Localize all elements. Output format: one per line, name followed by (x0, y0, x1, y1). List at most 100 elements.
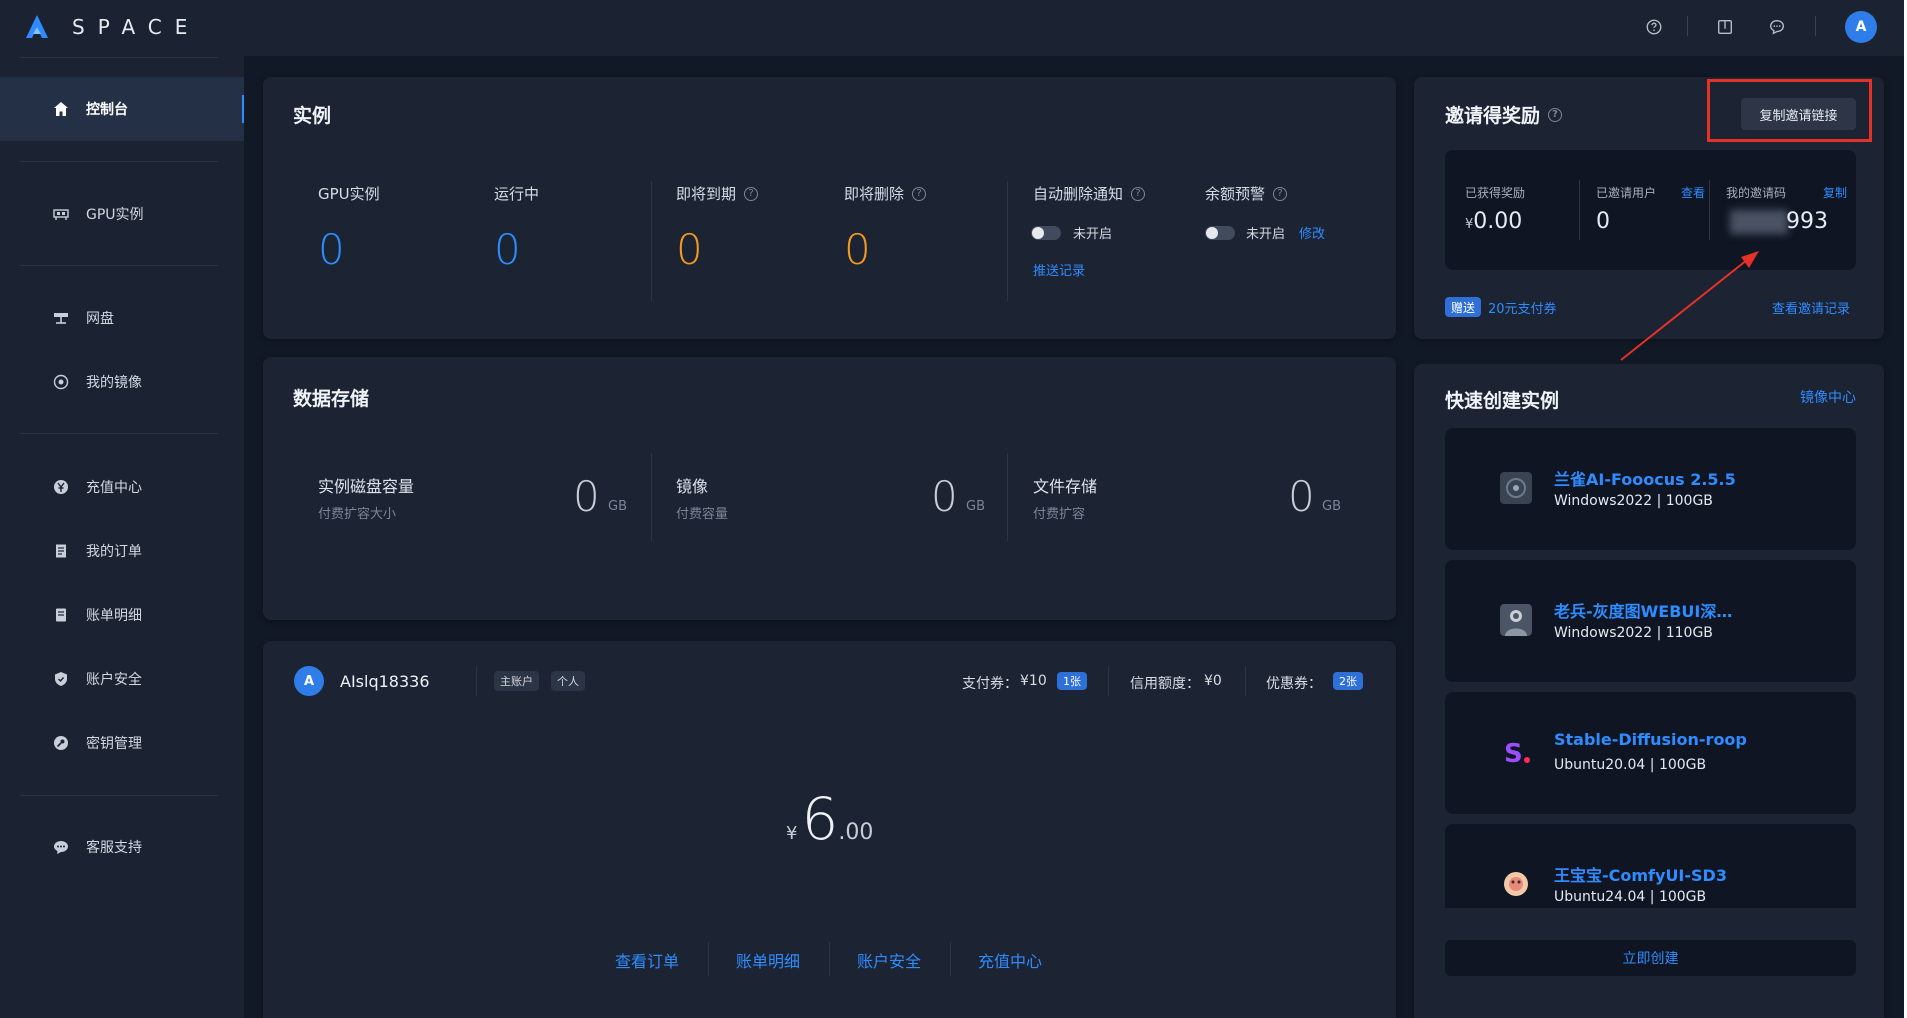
divider (1245, 666, 1246, 696)
bills-link[interactable]: 账单明细 (736, 948, 800, 972)
soldier-thumbnail (1500, 604, 1532, 636)
quick-create-title: 快速创建实例 (1445, 390, 1560, 412)
fooocus-thumbnail (1500, 472, 1532, 504)
sidebar-divider (20, 161, 218, 162)
discount-count-badge[interactable]: 2张 (1333, 672, 1363, 690)
balance-currency: ¥ (786, 823, 798, 844)
running-label: 运行中 (494, 183, 539, 204)
quick-create-item[interactable]: 老兵-灰度图WEBUI深… Windows2022 | 110GB (1445, 560, 1856, 682)
image-storage-label: 镜像 (676, 477, 709, 496)
invited-view-link[interactable]: 查看 (1681, 184, 1705, 201)
divider (1709, 180, 1710, 240)
earned-value: 0.00 (1473, 209, 1523, 234)
auto-delete-label: 自动删除通知? (1033, 183, 1146, 204)
disk-capacity-value: 0 (573, 472, 600, 521)
quick-create-item[interactable]: 兰雀AI-Fooocus 2.5.5 Windows2022 | 100GB (1445, 428, 1856, 550)
sidebar-item-keys[interactable]: 密钥管理 (0, 711, 244, 775)
highlight-box (1707, 79, 1872, 142)
annotation-arrow (1620, 251, 1759, 361)
balance-alert-toggle[interactable] (1205, 226, 1235, 240)
instances-card (263, 77, 1396, 339)
view-orders-link[interactable]: 查看订单 (615, 948, 679, 972)
balance-integer: 6 (801, 785, 839, 853)
quick-create-item[interactable]: 王宝宝-ComfyUI-SD3 Ubuntu24.04 | 100GB (1445, 824, 1856, 908)
earned-currency: ¥ (1465, 217, 1474, 232)
sidebar-item-gpu[interactable]: GPU实例 (0, 182, 244, 246)
comfy-thumbnail (1500, 868, 1532, 900)
sidebar-item-support[interactable]: 客服支持 (0, 815, 244, 879)
sidebar-item-security[interactable]: 账户安全 (0, 647, 244, 711)
logo[interactable]: SPACE (24, 13, 200, 41)
sidebar-item-label: GPU实例 (86, 207, 144, 223)
sidebar-item-label: 我的镜像 (86, 375, 142, 391)
user-avatar[interactable]: A (1845, 11, 1877, 43)
logo-icon (26, 15, 48, 38)
divider (1579, 180, 1580, 240)
divider (1108, 666, 1109, 696)
earned-amount: ¥ 0.00 (1465, 209, 1522, 234)
personal-tag: 个人 (551, 671, 585, 691)
docs-icon[interactable] (1715, 17, 1735, 37)
sidebar-item-label: 网盘 (86, 311, 114, 327)
help-icon[interactable]: ? (1273, 186, 1288, 201)
sidebar-item-label: 账单明细 (86, 608, 142, 624)
auto-delete-state: 未开启 (1073, 227, 1113, 242)
help-icon[interactable]: ? (912, 186, 927, 201)
image-storage-value: 0 (931, 472, 958, 521)
sidebar-item-label: 充值中心 (86, 480, 142, 496)
message-icon[interactable] (1767, 17, 1787, 37)
gpu-icon (52, 205, 70, 223)
auto-delete-toggle[interactable] (1031, 226, 1061, 240)
expiring-value: 0 (676, 225, 703, 274)
balance-alert-label: 余额预警? (1205, 183, 1288, 204)
divider (1007, 181, 1008, 301)
discount-label: 优惠券： (1266, 676, 1322, 692)
modify-link[interactable]: 修改 (1299, 223, 1325, 242)
chat-icon (52, 838, 70, 856)
invite-code-value: 993 (1786, 209, 1828, 234)
image-center-link[interactable]: 镜像中心 (1800, 387, 1856, 407)
push-record-link[interactable]: 推送记录 (1033, 260, 1085, 279)
sidebar-item-my-images[interactable]: 我的镜像 (0, 350, 244, 414)
credit-value: ¥0 (1204, 673, 1222, 689)
deleting-label-text: 即将删除 (844, 185, 905, 203)
sidebar-item-recharge[interactable]: 充值中心 (0, 455, 244, 519)
disk-capacity-label: 实例磁盘容量 (318, 477, 415, 496)
sidebar-item-dashboard[interactable]: 控制台 (0, 77, 244, 141)
divider (476, 666, 477, 696)
earned-label: 已获得奖励 (1465, 186, 1526, 200)
gpu-instances-label-text: GPU实例 (318, 185, 380, 203)
file-storage-value: 0 (1288, 472, 1315, 521)
main-account-tag: 主账户 (494, 671, 539, 691)
quick-create-item[interactable]: S Stable-Diffusion-roop Ubuntu20.04 | 10… (1445, 692, 1856, 814)
quick-create-spec: Ubuntu24.04 | 100GB (1554, 889, 1707, 905)
coupon-count-badge[interactable]: 1张 (1057, 672, 1087, 690)
help-icon[interactable]: ? (744, 186, 759, 201)
help-icon[interactable]: ? (1548, 107, 1563, 122)
sidebar-item-bills[interactable]: 账单明细 (0, 583, 244, 647)
recharge-link[interactable]: 充值中心 (978, 948, 1042, 972)
coupon-value: ¥10 (1020, 673, 1047, 689)
divider (950, 942, 951, 976)
sidebar-item-network-disk[interactable]: 网盘 (0, 286, 244, 350)
deleting-value: 0 (844, 225, 871, 274)
help-icon[interactable] (1644, 17, 1664, 37)
view-invite-records-link[interactable]: 查看邀请记录 (1772, 298, 1850, 317)
security-link[interactable]: 账户安全 (857, 948, 921, 972)
sidebar-item-label: 密钥管理 (86, 736, 142, 752)
gpu-instances-label: GPU实例 (318, 183, 380, 204)
divider (1007, 453, 1008, 541)
credit-label: 信用额度： (1130, 676, 1200, 692)
gift-coupon-text[interactable]: 20元支付券 (1488, 298, 1557, 317)
gift-badge: 赠送 (1445, 297, 1482, 317)
quick-create-list[interactable]: 兰雀AI-Fooocus 2.5.5 Windows2022 | 100GB 老… (1445, 428, 1856, 908)
image-storage-sub: 付费容量 (676, 507, 729, 522)
sidebar-item-orders[interactable]: 我的订单 (0, 519, 244, 583)
network-disk-icon (52, 309, 70, 327)
copy-code-link[interactable]: 复制 (1823, 184, 1847, 201)
help-icon[interactable]: ? (1131, 186, 1146, 201)
sidebar-divider (20, 265, 218, 266)
home-icon (52, 100, 70, 118)
quick-create-spec: Windows2022 | 110GB (1554, 625, 1713, 641)
create-now-button[interactable]: 立即创建 (1445, 940, 1856, 976)
